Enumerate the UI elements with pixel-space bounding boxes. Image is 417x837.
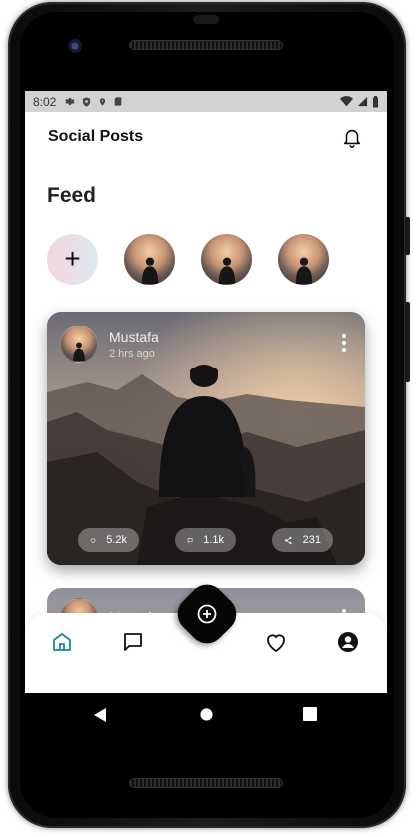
comment-button[interactable]: 1.1k: [175, 528, 236, 552]
comment-icon: [187, 537, 193, 543]
story-avatar[interactable]: [201, 234, 252, 285]
recents-icon[interactable]: [303, 707, 317, 721]
back-icon[interactable]: [93, 707, 107, 723]
post-time: 2 hrs ago: [109, 347, 155, 360]
share-count: 231: [302, 534, 321, 546]
comment-count: 1.1k: [203, 534, 224, 546]
heart-outline-icon: [90, 538, 96, 543]
gear-icon: [65, 97, 75, 106]
power-button: [405, 302, 410, 382]
location-icon: [100, 97, 106, 106]
post-header: Mustafa 2 hrs ago: [60, 325, 159, 363]
post-card[interactable]: Mustafa 2 hrs ago 5.2k 1.1k 231: [47, 312, 365, 565]
story-avatar[interactable]: [124, 234, 175, 285]
more-vertical-icon[interactable]: [341, 333, 347, 353]
sd-card-icon: [115, 97, 122, 106]
signal-icon: [357, 96, 368, 107]
wifi-icon: [340, 96, 353, 107]
system-navigation-bar: [25, 693, 387, 739]
person-silhouette-icon: [218, 257, 235, 285]
bell-icon[interactable]: [341, 125, 363, 149]
person-silhouette-icon: [141, 257, 158, 285]
share-icon: [285, 536, 292, 544]
plus-icon: +: [64, 242, 81, 274]
person-silhouette-icon: [295, 257, 312, 285]
status-bar: 8:02: [25, 91, 387, 112]
app-screen: 8:02 Social Posts Feed + Mustafa 2 hrs a…: [25, 91, 387, 693]
chat-icon[interactable]: [121, 630, 145, 654]
earpiece: [193, 15, 219, 24]
status-time: 8:02: [33, 94, 57, 109]
home-circle-icon[interactable]: [199, 707, 214, 722]
bottom-speaker: [130, 779, 282, 787]
add-circle-icon[interactable]: [195, 602, 219, 626]
volume-button: [405, 217, 410, 255]
app-title: Social Posts: [48, 128, 144, 145]
front-camera: [68, 39, 82, 53]
heart-icon[interactable]: [264, 630, 288, 654]
like-count: 5.2k: [106, 534, 127, 546]
home-icon[interactable]: [50, 630, 74, 654]
shield-icon: [83, 96, 91, 107]
author-name[interactable]: Mustafa: [109, 329, 159, 345]
like-button[interactable]: 5.2k: [78, 528, 139, 552]
person-silhouette-icon: [73, 342, 85, 362]
account-icon[interactable]: [336, 630, 360, 654]
app-header: Social Posts: [25, 112, 387, 162]
share-button[interactable]: 231: [272, 528, 333, 552]
top-speaker: [130, 41, 282, 49]
stories-row: +: [47, 234, 329, 285]
feed-heading: Feed: [47, 184, 97, 207]
add-story-button[interactable]: +: [47, 234, 98, 285]
battery-icon: [373, 95, 378, 107]
author-avatar[interactable]: [60, 325, 98, 363]
story-avatar[interactable]: [278, 234, 329, 285]
